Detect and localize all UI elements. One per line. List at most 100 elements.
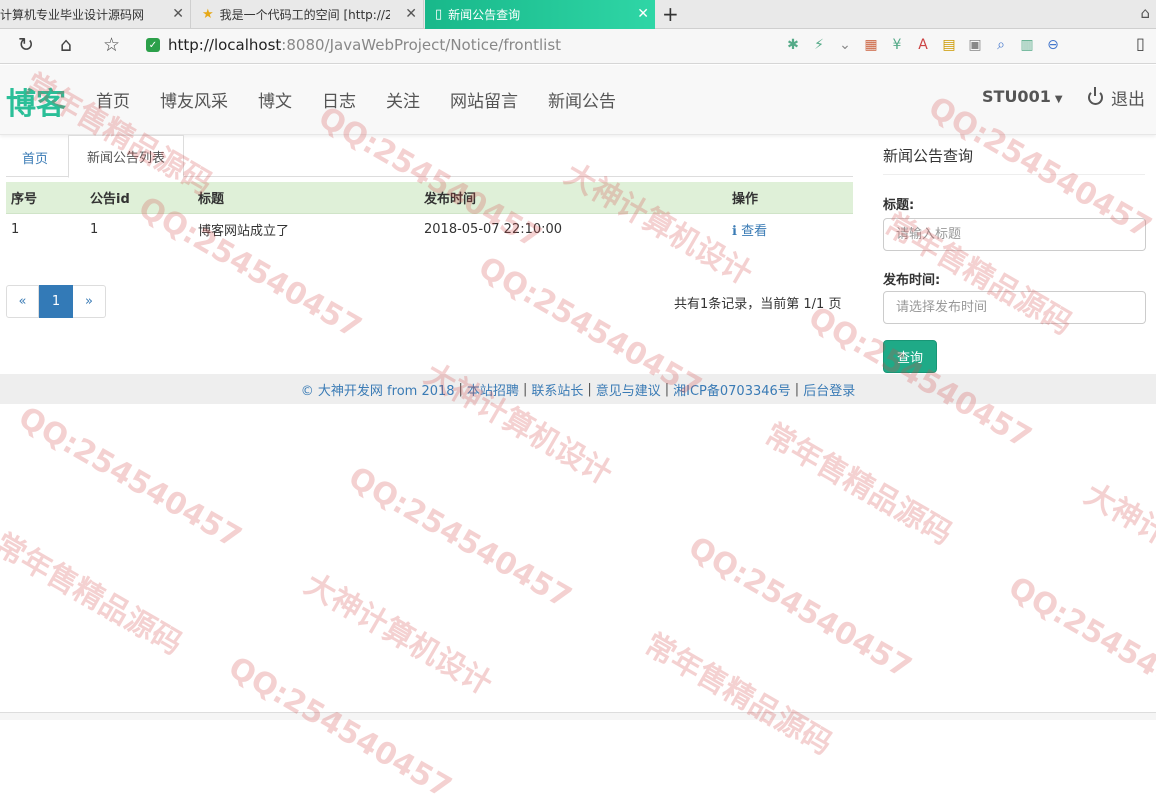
watermark: QQ:254540457 — [13, 400, 248, 556]
browser-tab-title: 新闻公告查询 — [448, 6, 520, 23]
cell-time: 2018-05-07 22:10:00 — [419, 213, 727, 245]
nav-links: 首页 博友风采 博文 日志 关注 网站留言 新闻公告 — [96, 87, 646, 112]
time-label: 发布时间: — [883, 269, 940, 288]
browser-status-bar — [0, 712, 1156, 720]
browser-tab-strip: 计算机专业毕业设计源码网 ✕ ★ 我是一个代码工的空间 [http://2 ✕ … — [0, 0, 1156, 29]
chevron-down-icon[interactable]: ⌄ — [836, 37, 854, 53]
col-action: 操作 — [727, 182, 853, 213]
caret-down-icon: ▼ — [1055, 94, 1063, 105]
col-id: 公告id — [85, 182, 193, 213]
view-link[interactable]: ℹ 查看 — [732, 224, 767, 239]
secure-shield-icon: ✓ — [146, 38, 160, 52]
watermark: 常年售精品源码 — [758, 410, 962, 553]
page-info: 共有1条记录，当前第 1/1 页 — [674, 293, 841, 312]
footer: © 大神开发网 from 2018| 本站招聘| 联系站长| 意见与建议| 湘I… — [0, 374, 1156, 404]
reload-icon[interactable]: ↻ — [18, 34, 34, 56]
menu-icon[interactable]: ▯ — [1136, 34, 1145, 53]
nav-follow[interactable]: 关注 — [386, 87, 420, 112]
new-tab-icon[interactable]: + — [662, 2, 679, 26]
home-icon[interactable]: ⌂ — [60, 34, 72, 56]
breadcrumb: 首页 新闻公告列表 — [6, 135, 853, 177]
nav-guestbook[interactable]: 网站留言 — [450, 87, 518, 112]
time-input[interactable] — [883, 291, 1146, 324]
col-time: 发布时间 — [419, 182, 727, 213]
prev-page-button[interactable]: « — [6, 285, 39, 318]
cell-title: 博客网站成立了 — [193, 213, 419, 245]
book-icon[interactable]: ▥ — [1018, 37, 1036, 53]
address-bar[interactable]: ✓ http://localhost :8080/JavaWebProject/… — [146, 36, 561, 54]
nav-home[interactable]: 首页 — [96, 87, 130, 112]
restore-window-icon[interactable]: ⌂ — [1140, 4, 1150, 22]
query-button[interactable]: 查询 — [883, 340, 937, 373]
col-title: 标题 — [193, 182, 419, 213]
watermark: 大神计算机设计 — [418, 350, 622, 493]
lightning-icon[interactable]: ⚡ — [810, 37, 828, 53]
screenshot-icon[interactable]: ▣ — [966, 37, 984, 53]
notice-table: 序号 公告id 标题 发布时间 操作 1 1 博客网站成立了 2018-05-0… — [6, 182, 853, 245]
url-path: :8080/JavaWebProject/Notice/frontlist — [281, 36, 561, 54]
cell-index: 1 — [6, 213, 85, 245]
next-page-button[interactable]: » — [73, 285, 106, 318]
footer-contact[interactable]: 联系站长 — [531, 380, 583, 399]
nav-notice[interactable]: 新闻公告 — [548, 87, 616, 112]
star-icon: ★ — [202, 7, 214, 22]
logout-label: 退出 — [1111, 85, 1145, 110]
info-icon: ℹ — [732, 224, 737, 239]
extension-icons: ✱ ⚡ ⌄ ▦ ¥ A ▤ ▣ ⌕ ▥ ⊖ — [784, 37, 1062, 53]
site-navbar: 博客 首页 博友风采 博文 日志 关注 网站留言 新闻公告 STU001 ▼ 退出 — [0, 65, 1156, 135]
table-header-row: 序号 公告id 标题 发布时间 操作 — [6, 182, 853, 213]
current-page-button[interactable]: 1 — [39, 285, 73, 318]
translate-icon[interactable]: A — [914, 37, 932, 53]
browser-tab-3-active[interactable]: ▯ 新闻公告查询 ✕ — [425, 0, 655, 29]
watermark: QQ:254540457 — [1003, 570, 1156, 726]
browser-toolbar: ↻ ⌂ ☆ ✓ http://localhost :8080/JavaWebPr… — [0, 29, 1156, 64]
watermark: 大神计算机设计 — [298, 560, 502, 703]
browser-tab-2[interactable]: ★ 我是一个代码工的空间 [http://2 ✕ — [192, 0, 424, 29]
url-host: http://localhost — [168, 36, 281, 54]
apps-icon[interactable]: ▦ — [862, 37, 880, 53]
zoom-icon[interactable]: ⊖ — [1044, 37, 1062, 53]
bookmark-star-icon[interactable]: ☆ — [103, 34, 120, 56]
table-row: 1 1 博客网站成立了 2018-05-07 22:10:00 ℹ 查看 — [6, 213, 853, 245]
cell-action: ℹ 查看 — [727, 213, 853, 245]
watermark: 常年售精品源码 — [0, 520, 192, 663]
footer-admin-login[interactable]: 后台登录 — [803, 380, 855, 399]
pagination: « 1 » — [6, 285, 106, 318]
footer-feedback[interactable]: 意见与建议 — [596, 380, 661, 399]
extension-icon[interactable]: ✱ — [784, 37, 802, 53]
close-icon[interactable]: ✕ — [172, 6, 184, 22]
col-index: 序号 — [6, 182, 85, 213]
page-icon: ▯ — [435, 7, 442, 22]
footer-icp[interactable]: 湘ICP备0703346号 — [673, 380, 791, 399]
user-menu[interactable]: STU001 ▼ — [982, 87, 1063, 106]
footer-copyright[interactable]: © 大神开发网 from 2018 — [301, 380, 455, 399]
user-name: STU001 — [982, 87, 1051, 106]
nav-posts[interactable]: 博文 — [258, 87, 292, 112]
breadcrumb-current[interactable]: 新闻公告列表 — [68, 135, 184, 178]
watermark: 常年售精品源码 — [638, 620, 842, 763]
search-icon[interactable]: ⌕ — [992, 37, 1010, 53]
watermark: QQ:254540457 — [223, 650, 458, 806]
note-icon[interactable]: ▤ — [940, 37, 958, 53]
logout-button[interactable]: 退出 — [1088, 85, 1145, 110]
footer-jobs[interactable]: 本站招聘 — [467, 380, 519, 399]
power-icon — [1088, 90, 1103, 105]
site-brand[interactable]: 博客 — [6, 79, 66, 123]
nav-diary[interactable]: 日志 — [322, 87, 356, 112]
close-icon[interactable]: ✕ — [637, 6, 649, 22]
browser-tab-1[interactable]: 计算机专业毕业设计源码网 ✕ — [0, 0, 191, 29]
money-icon[interactable]: ¥ — [888, 37, 906, 53]
watermark: QQ:254540457 — [343, 460, 578, 616]
browser-tab-title: 计算机专业毕业设计源码网 — [0, 6, 144, 23]
browser-tab-title: 我是一个代码工的空间 [http://2 — [220, 6, 390, 23]
watermark: QQ:254540457 — [683, 530, 918, 686]
breadcrumb-home[interactable]: 首页 — [22, 148, 48, 167]
search-panel-title: 新闻公告查询 — [883, 145, 1145, 175]
cell-id: 1 — [85, 213, 193, 245]
view-label: 查看 — [741, 224, 767, 239]
watermark: 大神计算机设计 — [1078, 470, 1156, 613]
nav-bloggers[interactable]: 博友风采 — [160, 87, 228, 112]
title-label: 标题: — [883, 194, 914, 213]
close-icon[interactable]: ✕ — [405, 6, 417, 22]
title-input[interactable] — [883, 218, 1146, 251]
